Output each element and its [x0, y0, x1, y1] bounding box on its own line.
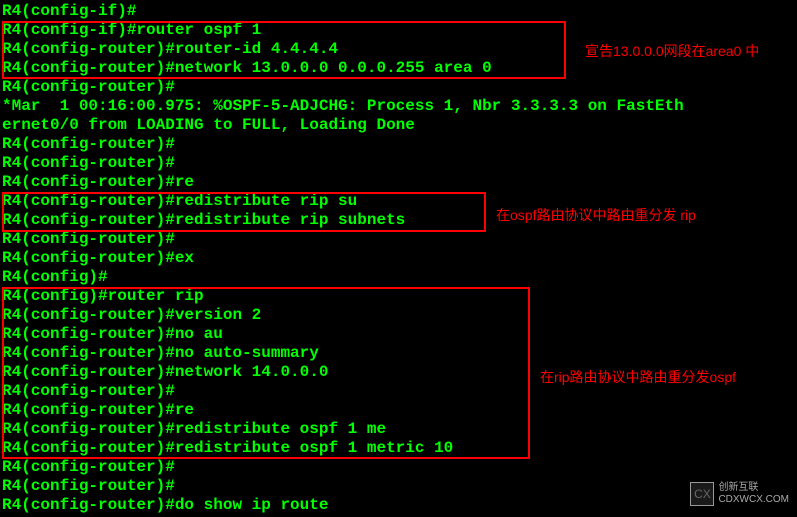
terminal-line: R4(config-router)#	[2, 458, 795, 477]
terminal-line: R4(config-router)#	[2, 78, 795, 97]
watermark-url: CDXWCX.COM	[718, 494, 789, 506]
terminal-line: R4(config-router)#	[2, 230, 795, 249]
annotation-rip-redistribute: 在rip路由协议中路由重分发ospf	[540, 368, 736, 387]
terminal-line: ernet0/0 from LOADING to FULL, Loading D…	[2, 116, 795, 135]
watermark-logo: CX	[690, 482, 714, 506]
terminal-line: R4(config-router)#ex	[2, 249, 795, 268]
terminal-output: R4(config-if)# R4(config-if)#router ospf…	[0, 0, 797, 517]
terminal-line: R4(config-router)#redistribute ospf 1 me	[2, 420, 795, 439]
terminal-line: R4(config-if)#router ospf 1	[2, 21, 795, 40]
terminal-line: R4(config-router)#	[2, 135, 795, 154]
terminal-line: R4(config-router)#	[2, 154, 795, 173]
terminal-line: R4(config)#	[2, 268, 795, 287]
terminal-line: R4(config-router)#re	[2, 173, 795, 192]
watermark-brand: 创新互联	[718, 482, 789, 494]
terminal-line: R4(config-router)#no auto-summary	[2, 344, 795, 363]
terminal-line: *Mar 1 00:16:00.975: %OSPF-5-ADJCHG: Pro…	[2, 97, 795, 116]
terminal-line: R4(config-if)#	[2, 2, 795, 21]
terminal-line: R4(config-router)#re	[2, 401, 795, 420]
annotation-ospf-redistribute: 在ospf路由协议中路由重分发 rip	[496, 206, 696, 225]
terminal-line: R4(config-router)#do show ip route	[2, 496, 795, 515]
terminal-line: R4(config-router)#version 2	[2, 306, 795, 325]
terminal-line: R4(config-router)#	[2, 477, 795, 496]
annotation-area0: 宣告13.0.0.0网段在area0 中	[585, 42, 759, 61]
watermark: CX 创新互联 CDXWCX.COM	[690, 482, 789, 506]
terminal-line: R4(config)#router rip	[2, 287, 795, 306]
terminal-line: R4(config-router)#network 13.0.0.0 0.0.0…	[2, 59, 795, 78]
watermark-text: 创新互联 CDXWCX.COM	[718, 482, 789, 506]
terminal-line: R4(config-router)#redistribute ospf 1 me…	[2, 439, 795, 458]
terminal-line: R4(config-router)#no au	[2, 325, 795, 344]
